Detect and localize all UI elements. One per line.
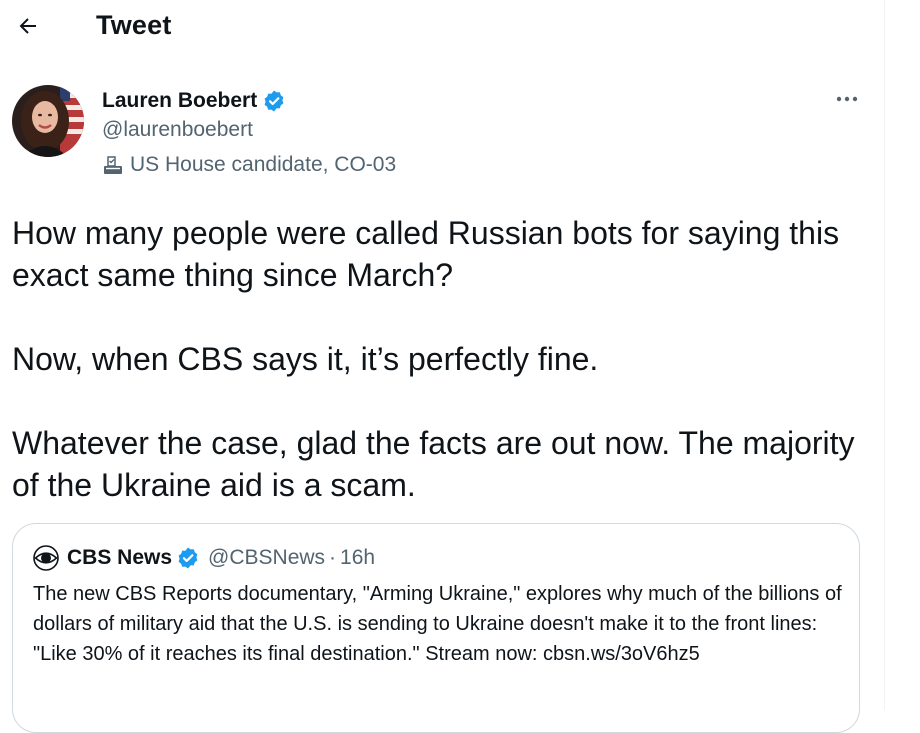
account-label-text: US House candidate, CO-03 bbox=[130, 153, 397, 176]
tweet-paragraph: Now, when CBS says it, it’s perfectly fi… bbox=[12, 341, 599, 377]
quoted-tweet-card[interactable]: CBS News @CBSNews · 16h The new CBS Repo… bbox=[12, 523, 860, 733]
quoted-author-name: CBS News bbox=[67, 546, 173, 569]
quoted-tweet-text: The new CBS Reports documentary, "Arming… bbox=[33, 583, 842, 665]
author-handle[interactable]: @laurenboebert bbox=[102, 118, 253, 142]
quoted-tweet-header: CBS News @CBSNews · 16h bbox=[33, 544, 375, 572]
column-border bbox=[884, 0, 885, 710]
account-label: US House candidate, CO-03 bbox=[102, 153, 396, 177]
author-name-row[interactable]: Lauren Boebert bbox=[102, 86, 286, 116]
back-button[interactable] bbox=[10, 8, 46, 44]
tweet-paragraph: How many people were called Russian bots… bbox=[12, 215, 840, 293]
tweet-text: How many people were called Russian bots… bbox=[12, 212, 872, 506]
avatar[interactable] bbox=[12, 85, 84, 157]
arrow-left-icon bbox=[19, 18, 36, 34]
author-name[interactable]: Lauren Boebert bbox=[102, 89, 257, 113]
separator-dot: · bbox=[329, 546, 337, 569]
page-header: Tweet bbox=[0, 0, 884, 54]
more-horizontal-icon bbox=[836, 96, 858, 102]
more-options-button[interactable] bbox=[832, 86, 862, 112]
tweet-paragraph: Whatever the case, glad the facts are ou… bbox=[12, 425, 855, 503]
verified-badge-icon bbox=[264, 90, 284, 112]
ballot-box-icon bbox=[104, 156, 122, 174]
cbs-eye-logo-icon bbox=[33, 545, 59, 571]
quoted-author-handle: @CBSNews bbox=[208, 546, 326, 569]
verified-badge-icon bbox=[178, 547, 198, 569]
page-title: Tweet bbox=[96, 10, 172, 40]
quoted-tweet-time: 16h bbox=[340, 546, 376, 569]
